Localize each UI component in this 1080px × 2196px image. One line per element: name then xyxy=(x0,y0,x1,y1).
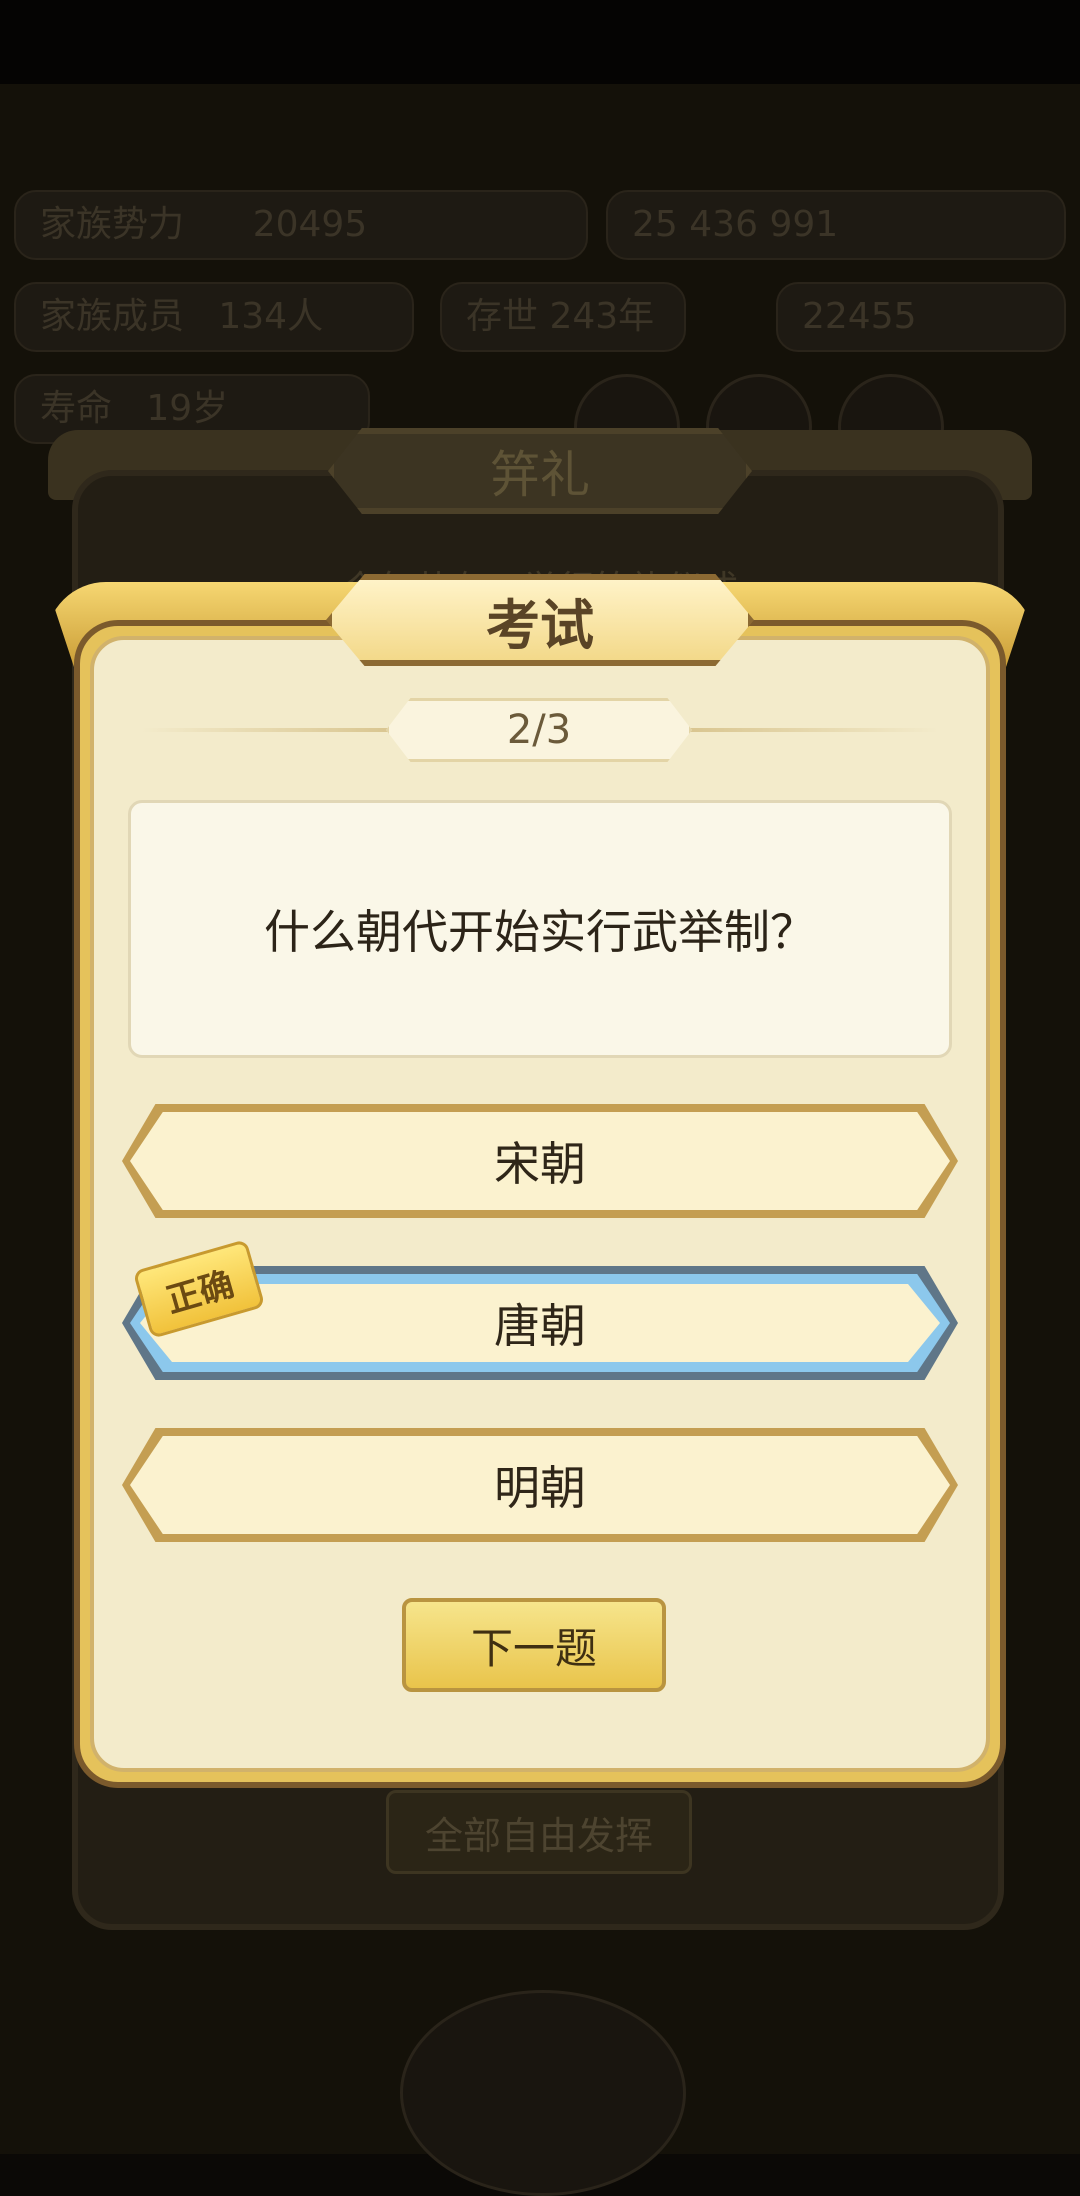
back-dialog-title: 笄礼 xyxy=(490,446,590,504)
bg-years: 存世 243年 xyxy=(440,282,686,352)
answer-option-label: 明朝 xyxy=(494,1461,586,1515)
back-dialog-title-plate: 笄礼 xyxy=(328,428,752,514)
status-bar xyxy=(0,0,1080,84)
bg-family-power: 家族势力 20495 xyxy=(14,190,588,260)
progress-divider-left xyxy=(142,728,400,732)
next-question-label: 下一题 xyxy=(470,1623,597,1673)
correct-badge-label: 正确 xyxy=(161,1263,239,1321)
answer-option-1[interactable]: 宋朝 xyxy=(122,1104,958,1218)
answer-option-label: 唐朝 xyxy=(494,1299,586,1353)
next-question-button[interactable]: 下一题 xyxy=(402,1598,666,1692)
bg-bottom-button xyxy=(400,1990,686,2196)
free-play-all-label: 全部自由发挥 xyxy=(424,1813,653,1858)
question-progress: 2/3 xyxy=(506,707,572,753)
question-card: 什么朝代开始实行武举制？ xyxy=(128,800,952,1058)
bg-currency: 25 436 991 xyxy=(606,190,1066,260)
free-play-all-button: 全部自由发挥 xyxy=(386,1790,692,1874)
bg-members: 家族成员 134人 xyxy=(14,282,414,352)
dialog-title: 考试 xyxy=(486,592,594,657)
progress-divider-right xyxy=(680,728,938,732)
question-text: 什么朝代开始实行武举制？ xyxy=(264,905,816,959)
answer-option-3[interactable]: 明朝 xyxy=(122,1428,958,1542)
dialog-title-plate: 考试 xyxy=(326,574,754,666)
bg-gold: 22455 xyxy=(776,282,1066,352)
progress-indicator: 2/3 xyxy=(386,698,692,762)
answer-option-label: 宋朝 xyxy=(494,1137,586,1191)
